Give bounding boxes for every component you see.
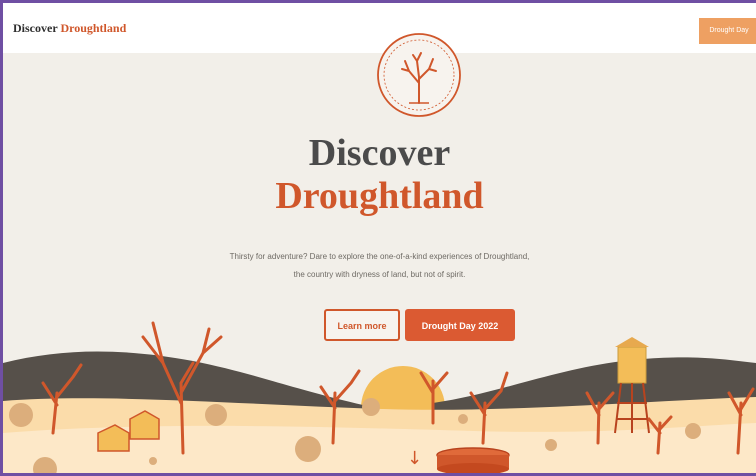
rock <box>685 423 701 439</box>
brand-name-part1: Discover <box>13 21 58 35</box>
hero-tagline-line2: the country with dryness of land, but no… <box>293 270 466 279</box>
rock <box>149 457 157 465</box>
learn-more-button[interactable]: Learn more <box>324 309 400 341</box>
rock <box>9 403 33 427</box>
rock <box>295 436 321 462</box>
page-frame: Discover Droughtland Drought Day Discove… <box>0 0 756 476</box>
water-tower-tank <box>617 346 647 384</box>
brand-name-part2: Droughtland <box>60 21 127 35</box>
water-tower-roof <box>615 337 649 347</box>
dead-tree-emblem-icon <box>377 33 461 117</box>
down-arrow-icon[interactable]: ↓ <box>407 448 422 469</box>
rock <box>458 414 468 424</box>
rock <box>205 404 227 426</box>
hero-tagline-line1: Thirsty for adventure? Dare to explore t… <box>229 252 530 261</box>
hero-title-line2: Droughtland <box>275 175 484 217</box>
drought-day-nav-button[interactable]: Drought Day <box>699 18 756 44</box>
rock <box>545 439 557 451</box>
dry-pool-base <box>437 463 509 473</box>
hero-title-line1: Discover <box>308 132 451 174</box>
brand-logo[interactable]: Discover Droughtland <box>13 21 126 36</box>
drought-day-2022-button[interactable]: Drought Day 2022 <box>405 309 515 341</box>
rock <box>362 398 380 416</box>
